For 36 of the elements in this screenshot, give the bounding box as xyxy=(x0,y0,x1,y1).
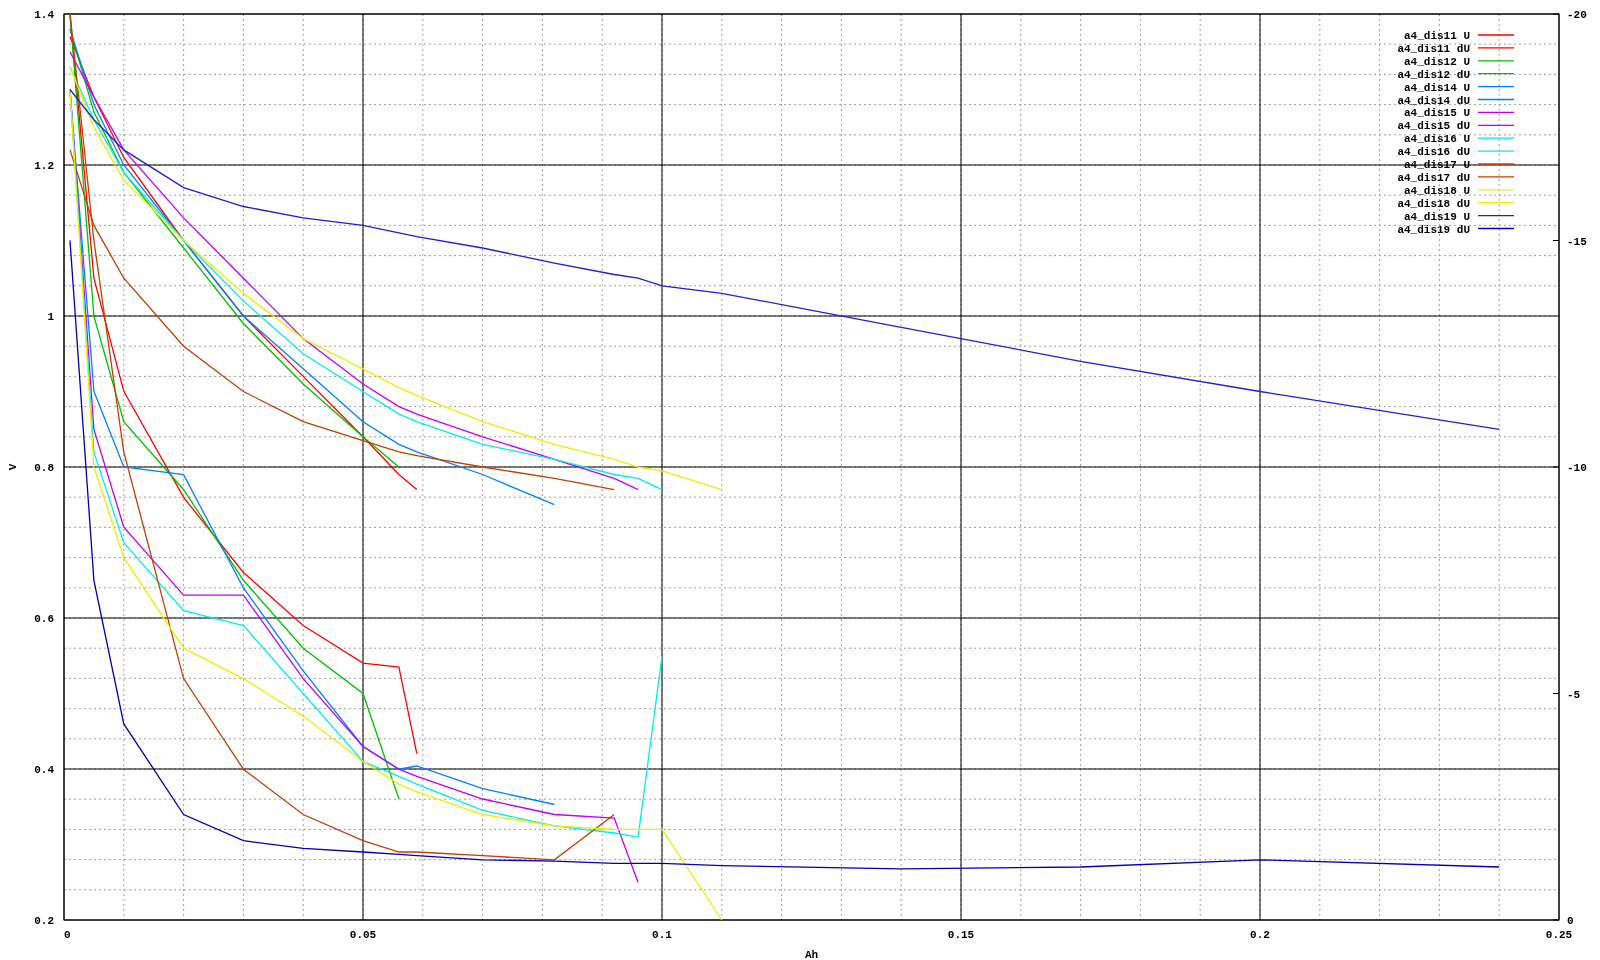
y2-tick-label: -5 xyxy=(1567,688,1581,701)
y-tick-label: 1.2 xyxy=(34,160,54,172)
legend-label: a4_dis15 U xyxy=(1404,107,1470,120)
legend-label: a4_dis17 U xyxy=(1404,159,1470,171)
legend-label: a4_dis12 U xyxy=(1404,55,1470,68)
legend-label: a4_dis11 U xyxy=(1404,30,1470,42)
x-tick-label: 0.05 xyxy=(349,929,377,941)
y-tick-label: 0.4 xyxy=(34,764,54,776)
x-tick-label: 0.25 xyxy=(1545,929,1573,941)
legend-label: a4_dis19 U xyxy=(1404,210,1470,223)
y-tick-label: 0.6 xyxy=(34,613,54,625)
x-tick-label: 0 xyxy=(64,929,71,941)
y-tick-label: 1.4 xyxy=(34,9,54,21)
y-tick-label: 1 xyxy=(47,311,54,323)
y2-tick-label: 0 xyxy=(1567,915,1574,927)
legend-label: a4_dis14 U xyxy=(1404,81,1470,94)
y2-tick-label: -20 xyxy=(1567,9,1587,21)
legend-label: a4_dis14 dU xyxy=(1397,94,1470,107)
x-tick-label: 0.1 xyxy=(652,929,672,941)
legend-label: a4_dis11 dU xyxy=(1397,42,1470,55)
legend-label: a4_dis18 U xyxy=(1404,184,1470,197)
legend-label: a4_dis15 dU xyxy=(1397,120,1470,133)
y-tick-label: 0.8 xyxy=(34,462,54,474)
legend-label: a4_dis19 dU xyxy=(1397,223,1470,236)
legend-label: a4_dis16 dU xyxy=(1397,146,1470,159)
x-axis-label: Ah xyxy=(804,949,819,960)
y-axis-label: V xyxy=(7,463,19,471)
legend-label: a4_dis18 dU xyxy=(1397,197,1470,210)
y2-tick-label: -10 xyxy=(1567,462,1587,474)
y-tick-label: 0.2 xyxy=(34,915,54,927)
legend-label: a4_dis17 dU xyxy=(1397,171,1470,184)
y2-tick-label: -15 xyxy=(1567,235,1587,248)
x-tick-label: 0.15 xyxy=(947,929,975,941)
legend-label: a4_dis16 U xyxy=(1404,133,1470,146)
legend-label: a4_dis12 dU xyxy=(1397,68,1470,81)
x-tick-label: 0.2 xyxy=(1250,929,1270,941)
